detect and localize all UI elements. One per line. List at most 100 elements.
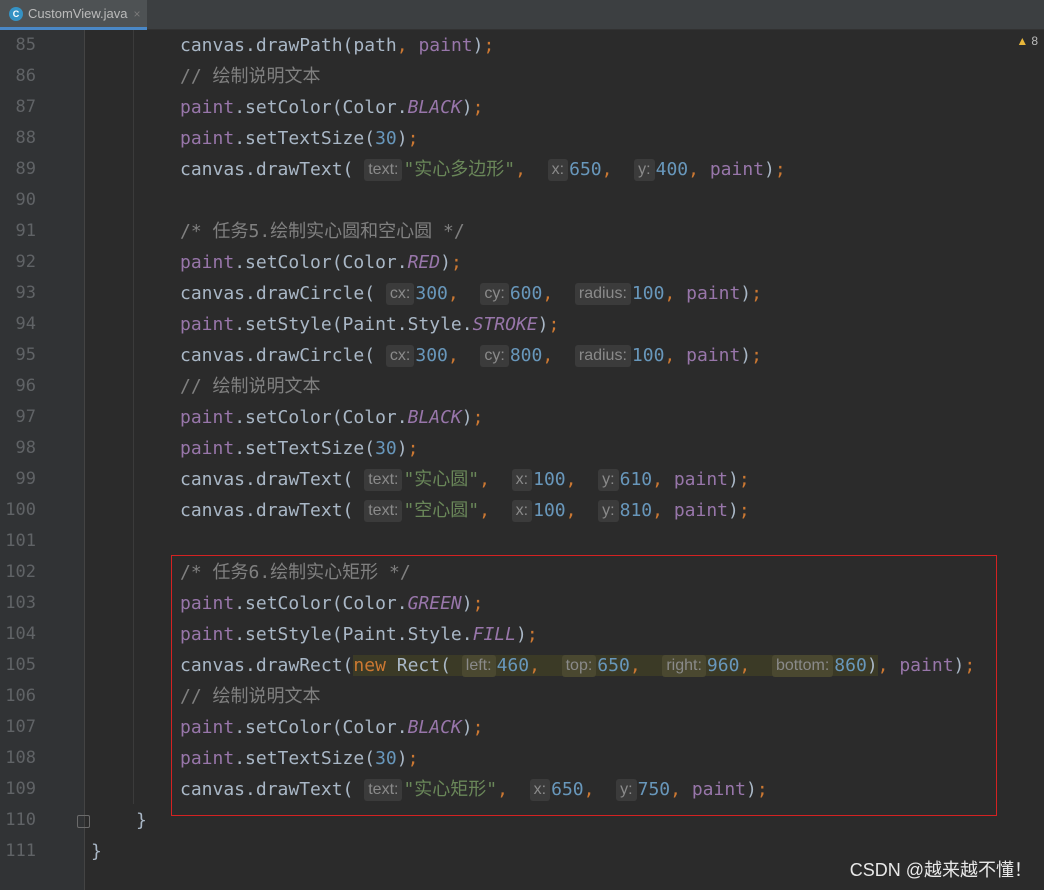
code-token: , <box>396 35 419 56</box>
code-token: paint <box>180 717 235 738</box>
code-line[interactable]: paint.setColor(Color.RED); <box>180 247 462 278</box>
code-line[interactable]: // 绘制说明文本 <box>180 61 321 92</box>
close-icon[interactable]: × <box>133 7 140 21</box>
code-token: 100 <box>631 283 665 304</box>
line-number: 104 <box>5 624 36 644</box>
code-token: paint <box>180 593 235 614</box>
code-line[interactable]: // 绘制说明文本 <box>180 681 321 712</box>
code-token: paint <box>673 500 728 521</box>
code-token: ; <box>450 252 462 273</box>
code-token: ) <box>396 748 408 769</box>
code-line[interactable]: // 绘制说明文本 <box>180 371 321 402</box>
code-token: ) <box>728 469 739 490</box>
code-token: } <box>136 810 147 831</box>
code-token: ) <box>440 252 451 273</box>
code-editor[interactable]: canvas.drawPath(path, paint); // 绘制说明文本 pa… <box>85 30 1044 890</box>
code-token: "实心多边形" <box>403 159 516 180</box>
code-token: ) <box>866 655 878 676</box>
code-token: , <box>664 345 687 366</box>
code-token: 30 <box>375 128 397 149</box>
code-token: canvas.drawCircle( <box>180 345 386 366</box>
code-line[interactable]: paint.setColor(Color.BLACK); <box>180 712 483 743</box>
parameter-hint: y: <box>634 159 655 181</box>
code-line[interactable]: } <box>91 836 102 867</box>
code-line[interactable]: canvas.drawText( text: "实心多边形", x: 650, y:… <box>180 154 786 185</box>
code-line[interactable]: canvas.drawText( text: "实心矩形", x: 650, y: 7… <box>180 774 768 805</box>
code-token: // 绘制说明文本 <box>180 66 321 87</box>
code-token: paint <box>686 345 741 366</box>
code-token: paint <box>180 748 235 769</box>
code-token: // 绘制说明文本 <box>180 686 321 707</box>
line-number: 99 <box>15 469 36 489</box>
code-line[interactable]: canvas.drawPath(path, paint); <box>180 30 494 61</box>
code-token: 810 <box>619 500 653 521</box>
code-line[interactable]: paint.setColor(Color.GREEN); <box>180 588 483 619</box>
java-class-icon: C <box>9 6 23 21</box>
code-line[interactable]: paint.setColor(Color.BLACK); <box>180 92 483 123</box>
code-token: 860 <box>834 655 867 676</box>
tab-customview-java[interactable]: C CustomView.java × <box>0 0 147 30</box>
code-token: 650 <box>569 159 602 180</box>
code-token: "空心圆" <box>403 500 480 521</box>
line-number: 90 <box>15 190 36 210</box>
code-token: ; <box>407 128 419 149</box>
code-token: ) <box>740 283 752 304</box>
code-line[interactable]: canvas.drawText( text: "空心圆", x: 100, y: 81… <box>180 495 750 526</box>
line-number: 95 <box>15 345 36 365</box>
code-token: ; <box>526 624 538 645</box>
warning-triangle-icon: ▲ <box>1016 34 1029 48</box>
code-token: , <box>479 500 512 521</box>
parameter-hint: y: <box>598 469 619 491</box>
parameter-hint: x: <box>529 779 551 801</box>
code-token: ; <box>472 407 484 428</box>
code-token: ) <box>461 97 473 118</box>
code-token: RED <box>407 252 441 273</box>
code-token: ) <box>537 314 549 335</box>
code-token: // 绘制说明文本 <box>180 376 321 397</box>
line-number: 89 <box>15 159 36 179</box>
code-line[interactable]: /* 任务6.绘制实心矩形 */ <box>180 557 411 588</box>
code-line[interactable]: /* 任务5.绘制实心圆和空心圆 */ <box>180 216 465 247</box>
code-token: } <box>91 841 102 862</box>
code-line[interactable]: canvas.drawCircle( cx: 300, cy: 800, radiu… <box>180 340 762 371</box>
line-number: 111 <box>5 841 36 861</box>
code-token: .setTextSize( <box>234 438 376 459</box>
code-token: ; <box>548 314 560 335</box>
code-token: 300 <box>415 345 448 366</box>
code-token: , <box>664 283 687 304</box>
code-token: FILL <box>472 624 516 645</box>
code-line[interactable]: paint.setTextSize(30); <box>180 743 418 774</box>
code-line[interactable]: paint.setStyle(Paint.Style.STROKE); <box>180 309 559 340</box>
line-number: 85 <box>15 35 36 55</box>
code-token: ) <box>764 159 775 180</box>
code-line[interactable]: paint.setTextSize(30); <box>180 123 418 154</box>
code-token: 650 <box>597 655 630 676</box>
code-token: .setStyle(Paint.Style. <box>234 624 473 645</box>
code-token: ) <box>396 438 408 459</box>
line-number: 110 <box>5 810 36 830</box>
code-token: , <box>515 159 548 180</box>
code-line[interactable]: canvas.drawCircle( cx: 300, cy: 600, radiu… <box>180 278 762 309</box>
code-token: , <box>877 655 900 676</box>
line-number: 107 <box>5 717 36 737</box>
parameter-hint: bottom: <box>771 655 834 677</box>
code-line[interactable]: } <box>136 805 147 836</box>
parameter-hint: cy: <box>480 283 509 305</box>
code-token: .setColor(Color. <box>234 97 408 118</box>
parameter-hint: text: <box>364 469 403 491</box>
code-token: paint <box>180 252 235 273</box>
code-token: ; <box>738 500 750 521</box>
code-token: , <box>542 345 575 366</box>
code-line[interactable]: canvas.drawRect(new Rect( left: 460, top:… <box>180 650 975 681</box>
code-line[interactable]: paint.setTextSize(30); <box>180 433 418 464</box>
code-line[interactable]: canvas.drawText( text: "实心圆", x: 100, y: 61… <box>180 464 750 495</box>
code-token: paint <box>418 35 473 56</box>
code-line[interactable]: paint.setColor(Color.BLACK); <box>180 402 483 433</box>
code-token: canvas.drawText( <box>180 469 365 490</box>
code-line[interactable]: paint.setStyle(Paint.Style.FILL); <box>180 619 538 650</box>
code-token: ; <box>774 159 786 180</box>
inspection-widget[interactable]: ▲ 8 <box>1016 34 1038 48</box>
code-token: canvas.drawText( <box>180 779 365 800</box>
code-token: ; <box>738 469 750 490</box>
code-token: /* 任务6.绘制实心矩形 */ <box>180 562 411 583</box>
